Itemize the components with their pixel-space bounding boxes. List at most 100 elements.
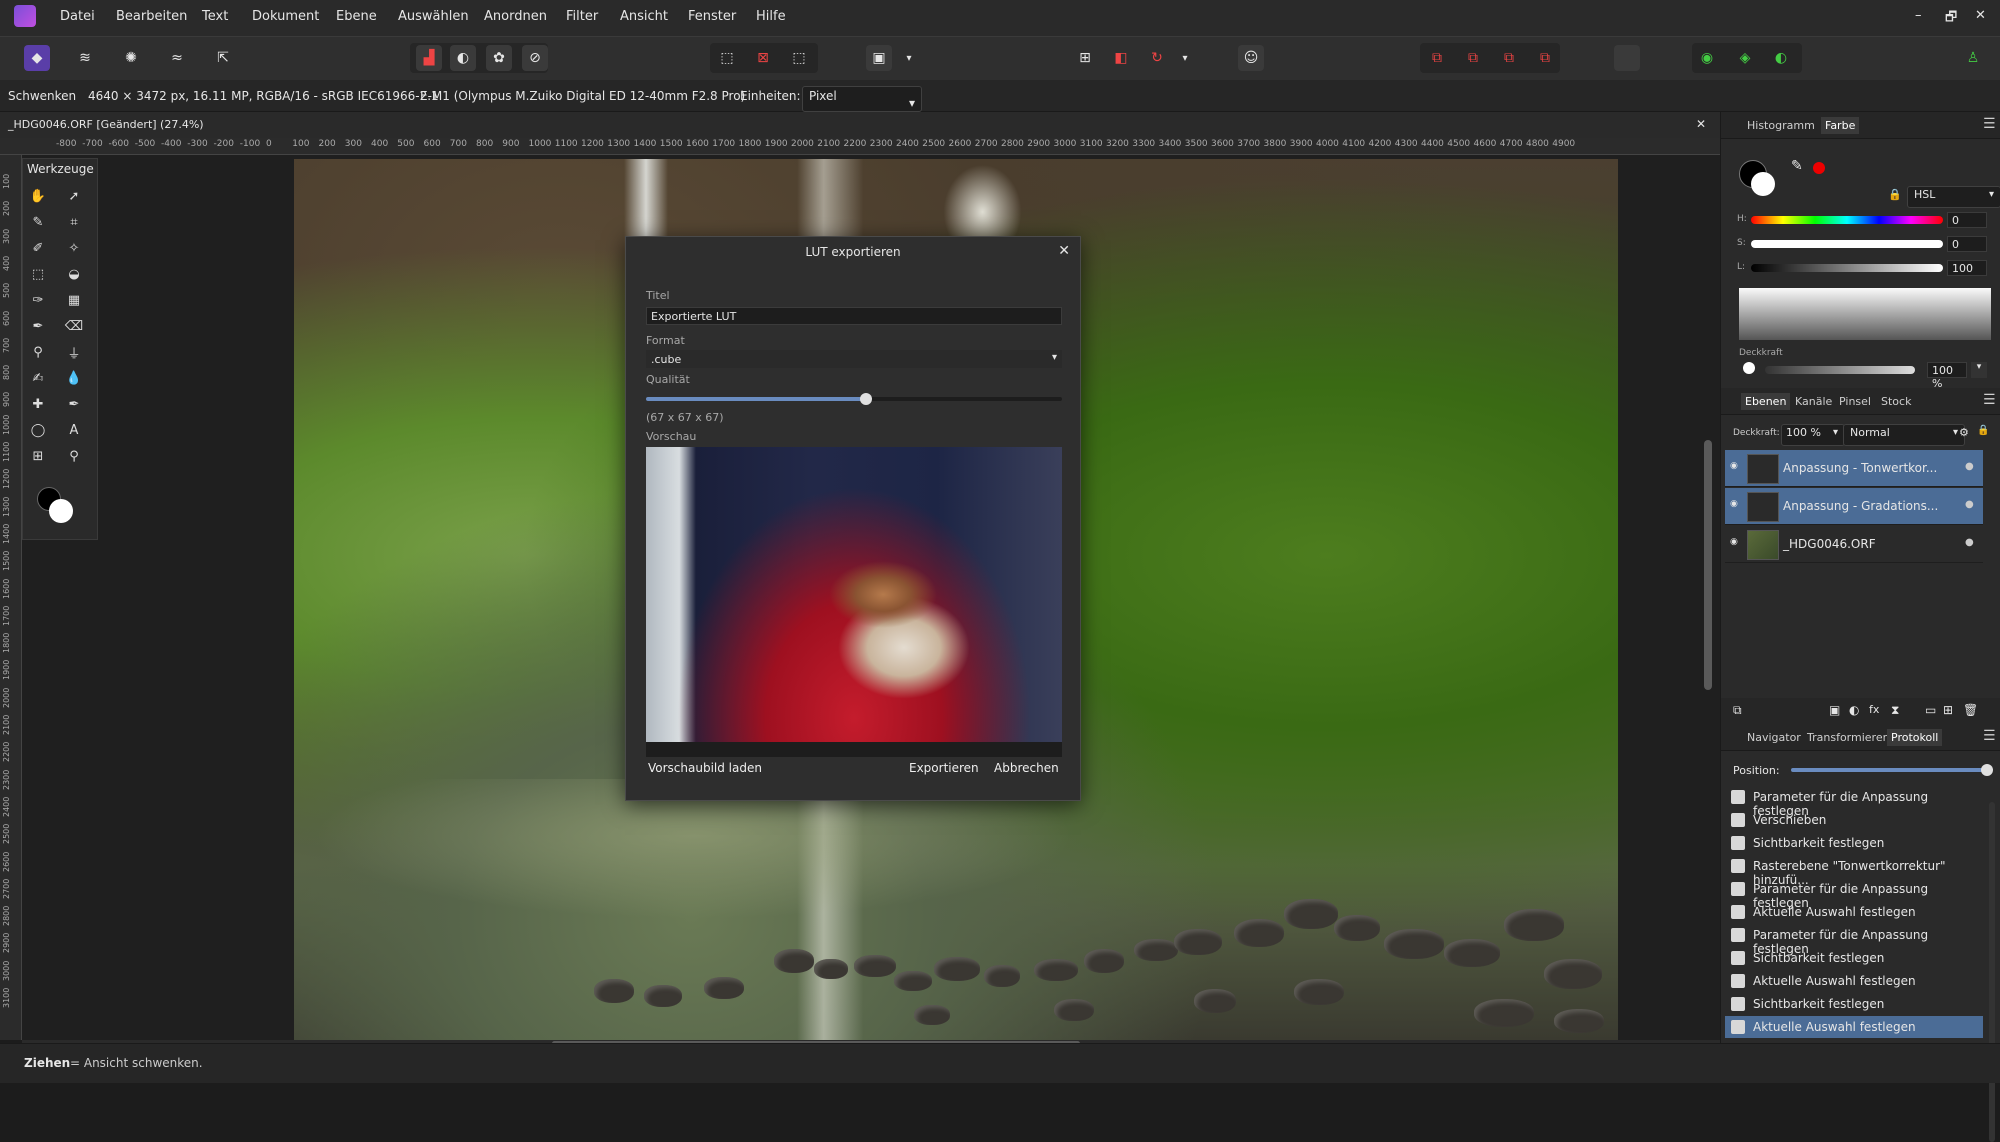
s-value[interactable]: 0 — [1947, 236, 1987, 252]
levels-icon[interactable]: ▟ — [416, 45, 442, 71]
inpainting-icon[interactable]: ⏚ — [63, 341, 85, 363]
user-icon[interactable]: ♙ — [1960, 45, 1986, 71]
tab-channels[interactable]: Kanäle — [1795, 395, 1832, 408]
menu-item[interactable]: Hilfe — [756, 9, 786, 24]
layer-row[interactable]: ◉ Anpassung - Tonwertkor... ● — [1725, 450, 1983, 487]
l-value[interactable]: 100 — [1947, 260, 1987, 276]
menu-item[interactable]: Anordnen — [484, 9, 547, 24]
dodge-icon[interactable]: ⚲ — [27, 341, 49, 363]
adjustment-icon[interactable]: ◐ — [1849, 703, 1859, 717]
blend-mode-select[interactable]: Normal ▾ — [1843, 424, 1965, 446]
photo-persona-icon[interactable]: ◆ — [24, 45, 50, 71]
pixel-icon[interactable]: ▦ — [63, 289, 85, 311]
panel-menu-icon[interactable]: ☰ — [1983, 392, 1996, 408]
color-wheel-icon[interactable]: ✿ — [486, 45, 512, 71]
history-item[interactable]: Parameter für die Anpassung festlegen — [1725, 786, 1983, 818]
paint-brush-icon[interactable]: ✑ — [27, 289, 49, 311]
export-persona-icon[interactable]: ⇱ — [210, 45, 236, 71]
document-tab[interactable]: _HDG0046.ORF [Geändert] (27.4%) — [8, 118, 204, 131]
alignment-icon[interactable]: ⊞ — [1072, 45, 1098, 71]
intersect-icon[interactable]: ⧉ — [1496, 45, 1522, 71]
visibility-icon[interactable]: ◉ — [1730, 499, 1738, 509]
menu-item[interactable]: Auswählen — [398, 9, 469, 24]
color-mode-select[interactable]: HSL ▾ — [1907, 186, 2000, 208]
history-item[interactable]: Sichtbarkeit festlegen — [1725, 832, 1983, 854]
color-gradient-preview[interactable] — [1739, 288, 1991, 340]
panel-menu-icon[interactable]: ☰ — [1983, 116, 1996, 132]
history-scrollbar[interactable] — [1989, 802, 1995, 1142]
tab-color[interactable]: Farbe — [1821, 117, 1860, 134]
crop-icon[interactable]: ⌗ — [63, 211, 85, 233]
zoom-icon[interactable]: ⚲ — [63, 445, 85, 467]
snap-grid-icon[interactable]: ◐ — [1768, 45, 1794, 71]
trash-icon[interactable]: 🗑 — [1963, 703, 1978, 717]
live-filter-icon[interactable]: ⧗ — [1891, 703, 1899, 718]
tab-brushes[interactable]: Pinsel — [1839, 395, 1871, 408]
auto-white-balance-icon[interactable]: ⊘ — [522, 45, 548, 71]
assistant-icon[interactable]: ☺ — [1238, 45, 1264, 71]
tone-mapping-persona-icon[interactable]: ≈ — [164, 45, 190, 71]
ellipse-icon[interactable]: ◯ — [27, 419, 49, 441]
menu-item[interactable]: Bearbeiten — [116, 9, 187, 24]
stroke-color-swatch[interactable] — [1751, 172, 1775, 196]
mask-icon[interactable]: ▣ — [1829, 703, 1840, 717]
invert-selection-icon[interactable]: ⬚ — [786, 45, 812, 71]
snapping-icon[interactable]: ◉ — [1694, 45, 1720, 71]
quick-mask-icon[interactable]: ▣ — [866, 45, 892, 71]
eyedropper-icon[interactable]: ✎ — [1791, 158, 1803, 174]
marquee-icon[interactable]: ⬚ — [27, 263, 49, 285]
format-select[interactable]: .cube ▾ — [646, 350, 1062, 368]
history-position-slider[interactable] — [1791, 764, 1993, 776]
liquify-persona-icon[interactable]: ≋ — [72, 45, 98, 71]
history-item[interactable]: Rasterebene "Tonwertkorrektur" hinzufü..… — [1725, 855, 1983, 887]
history-item[interactable]: Aktuelle Auswahl festlegen — [1725, 1016, 1983, 1038]
minimize-icon[interactable]: – — [1915, 8, 1922, 23]
deselect-icon[interactable]: ⊠ — [750, 45, 776, 71]
history-position-handle[interactable] — [1981, 764, 1993, 776]
tab-history[interactable]: Protokoll — [1887, 729, 1943, 746]
mesh-warp-icon[interactable]: ⊞ — [27, 445, 49, 467]
close-dialog-icon[interactable]: ✕ — [1058, 243, 1070, 259]
saturation-slider[interactable] — [1751, 240, 1943, 248]
layer-row[interactable]: ◉ _HDG0046.ORF ● — [1725, 526, 1983, 563]
history-item[interactable]: Aktuelle Auswahl festlegen — [1725, 970, 1983, 992]
panel-menu-icon[interactable]: ☰ — [1983, 728, 1996, 744]
gear-icon[interactable]: ⚙ — [1959, 426, 1969, 439]
vertical-scroll-thumb[interactable] — [1704, 440, 1712, 690]
menu-item[interactable]: Ansicht — [620, 9, 668, 24]
subtract-icon[interactable]: ⧉ — [1460, 45, 1486, 71]
fx-icon[interactable]: fx — [1869, 703, 1879, 716]
xor-icon[interactable]: ⧉ — [1532, 45, 1558, 71]
red-eye-icon[interactable]: ✚ — [27, 393, 49, 415]
cancel-button[interactable]: Abbrechen — [994, 761, 1059, 775]
close-window-icon[interactable]: ✕ — [1975, 8, 1986, 23]
color-picker-icon[interactable]: ✎ — [27, 211, 49, 233]
smudge-icon[interactable]: ✍ — [27, 367, 49, 389]
menu-item[interactable]: Fenster — [688, 9, 736, 24]
load-preview-button[interactable]: Vorschaubild laden — [648, 761, 762, 775]
tab-navigator[interactable]: Navigator — [1747, 731, 1801, 744]
blur-icon[interactable]: 💧 — [63, 367, 85, 389]
menu-item[interactable]: Ebene — [336, 9, 377, 24]
contrast-icon[interactable]: ◐ — [450, 45, 476, 71]
selection-brush-icon[interactable]: ✐ — [27, 237, 49, 259]
lightness-slider[interactable] — [1751, 264, 1943, 272]
snapping-options-icon[interactable]: ◈ — [1732, 45, 1758, 71]
folder-icon[interactable]: ▭ — [1925, 703, 1936, 717]
add-layer-icon[interactable]: ⊞ — [1943, 703, 1953, 717]
hue-slider[interactable] — [1751, 216, 1943, 224]
select-all-icon[interactable]: ⬚ — [714, 45, 740, 71]
quality-slider-handle[interactable] — [860, 393, 873, 405]
layer-options-icon[interactable]: ⧉ — [1733, 703, 1742, 718]
layer-dot-icon[interactable]: ● — [1965, 461, 1974, 472]
history-item[interactable]: Sichtbarkeit festlegen — [1725, 993, 1983, 1015]
close-document-icon[interactable]: ✕ — [1696, 117, 1706, 131]
tab-histogram[interactable]: Histogramm — [1747, 119, 1815, 132]
title-input[interactable]: Exportierte LUT — [646, 307, 1062, 325]
rotate-icon[interactable]: ↻ — [1144, 45, 1170, 71]
text-icon[interactable]: A — [63, 419, 85, 441]
magic-wand-icon[interactable]: ✧ — [63, 237, 85, 259]
layer-dot-icon[interactable]: ● — [1965, 537, 1974, 548]
menu-item[interactable]: Dokument — [252, 9, 319, 24]
pen-icon[interactable]: ✒ — [63, 393, 85, 415]
